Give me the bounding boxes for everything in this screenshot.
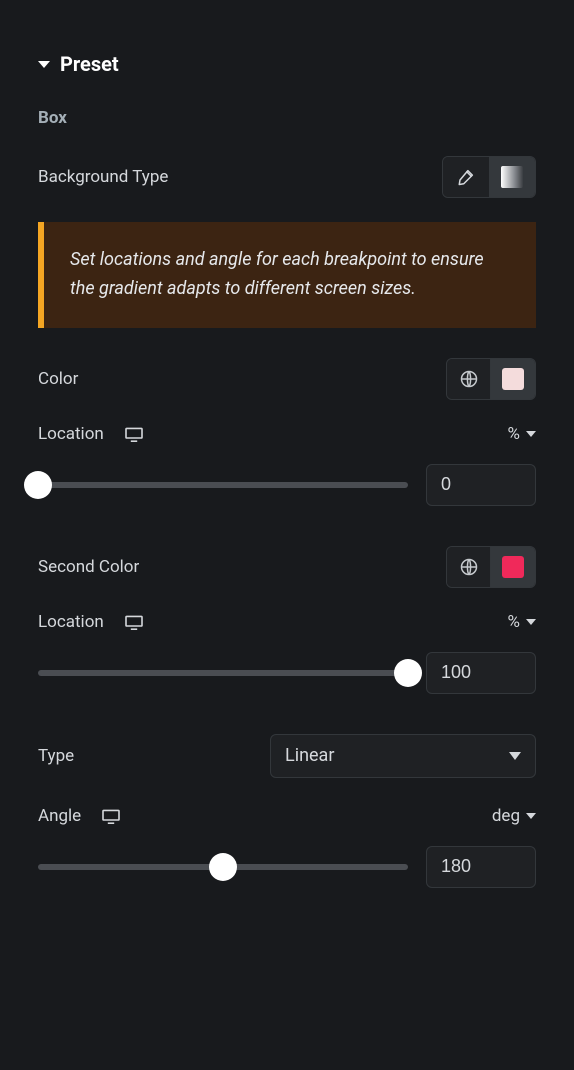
color-location-row: Location % — [38, 424, 536, 444]
second-color-control — [446, 546, 536, 588]
angle-input[interactable] — [426, 846, 536, 888]
second-color-location-input[interactable] — [426, 652, 536, 694]
second-color-location-label: Location — [38, 612, 104, 632]
gradient-type-value: Linear — [285, 745, 334, 766]
background-type-row: Background Type — [38, 156, 536, 198]
gradient-type-label: Type — [38, 746, 74, 766]
responsive-icon[interactable] — [101, 808, 121, 824]
color-swatch — [502, 368, 524, 390]
second-color-location-unit-select[interactable]: % — [508, 612, 536, 632]
section-header[interactable]: Preset — [38, 52, 536, 76]
globe-icon — [459, 557, 479, 577]
slider-track — [38, 670, 408, 676]
slider-thumb[interactable] — [394, 659, 422, 687]
chevron-down-icon — [526, 431, 536, 437]
color-swatch-button[interactable] — [491, 359, 535, 399]
second-color-swatch — [502, 556, 524, 578]
second-global-color-button[interactable] — [447, 547, 491, 587]
second-color-swatch-button[interactable] — [491, 547, 535, 587]
responsive-icon[interactable] — [124, 614, 144, 630]
global-color-button[interactable] — [447, 359, 491, 399]
color-location-slider[interactable] — [38, 469, 408, 501]
second-color-location-slider-row — [38, 652, 536, 694]
second-color-label: Second Color — [38, 557, 139, 577]
second-color-row: Second Color — [38, 546, 536, 588]
preset-panel: Preset Box Background Type Set locations… — [0, 0, 574, 888]
slider-track — [38, 482, 408, 488]
unit-label: deg — [492, 806, 520, 826]
chevron-down-icon — [526, 813, 536, 819]
background-type-toggle — [442, 156, 536, 198]
slider-thumb[interactable] — [24, 471, 52, 499]
angle-unit-select[interactable]: deg — [492, 806, 536, 826]
color-label: Color — [38, 369, 78, 389]
responsive-icon[interactable] — [124, 426, 144, 442]
notice: Set locations and angle for each breakpo… — [38, 222, 536, 328]
unit-label: % — [508, 424, 520, 444]
color-location-slider-row — [38, 464, 536, 506]
chevron-down-icon — [526, 619, 536, 625]
background-type-classic-button[interactable] — [443, 157, 489, 197]
globe-icon — [459, 369, 479, 389]
color-location-input[interactable] — [426, 464, 536, 506]
section-title: Preset — [60, 52, 119, 76]
color-location-unit-select[interactable]: % — [508, 424, 536, 444]
background-type-gradient-button[interactable] — [489, 157, 535, 197]
brush-icon — [457, 168, 475, 186]
color-control — [446, 358, 536, 400]
gradient-icon — [501, 166, 523, 188]
angle-slider-row — [38, 846, 536, 888]
box-subsection-title: Box — [38, 108, 536, 128]
unit-label: % — [508, 612, 520, 632]
angle-row: Angle deg — [38, 806, 536, 826]
gradient-type-row: Type Linear — [38, 734, 536, 778]
gradient-type-select[interactable]: Linear — [270, 734, 536, 778]
caret-down-icon — [38, 61, 50, 68]
color-row: Color — [38, 358, 536, 400]
notice-text: Set locations and angle for each breakpo… — [44, 222, 536, 328]
second-color-location-slider[interactable] — [38, 657, 408, 689]
chevron-down-icon — [509, 752, 521, 760]
slider-thumb[interactable] — [209, 853, 237, 881]
angle-slider[interactable] — [38, 851, 408, 883]
angle-label: Angle — [38, 806, 81, 826]
background-type-label: Background Type — [38, 167, 168, 187]
color-location-label: Location — [38, 424, 104, 444]
second-color-location-row: Location % — [38, 612, 536, 632]
